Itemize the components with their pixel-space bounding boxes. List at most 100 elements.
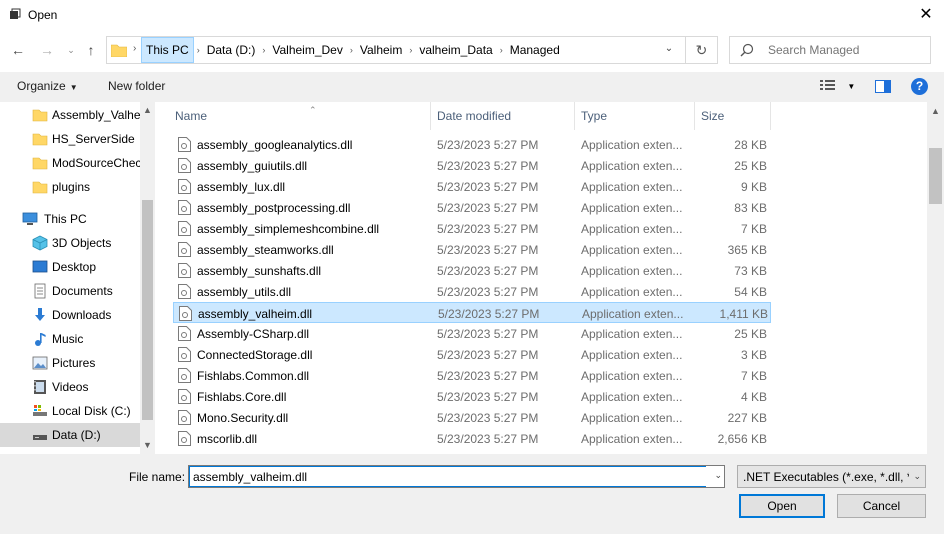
table-row-selected[interactable]: assembly_valheim.dll 5/23/2023 5:27 PM A… <box>173 302 771 323</box>
breadcrumb-data-d[interactable]: Data (D:) <box>203 37 260 63</box>
music-icon <box>35 333 46 346</box>
chevron-right-icon[interactable]: › <box>497 37 506 63</box>
scrollbar-thumb[interactable] <box>929 148 942 204</box>
column-header-size[interactable]: Size <box>695 102 771 130</box>
scroll-down-icon[interactable]: ▼ <box>143 440 152 450</box>
sidebar-item-plugins[interactable]: plugins <box>0 175 140 199</box>
table-row[interactable]: assembly_steamworks.dll 5/23/2023 5:27 P… <box>173 239 771 260</box>
sidebar-item-downloads[interactable]: Downloads <box>0 303 140 327</box>
new-folder-button[interactable]: New folder <box>108 79 165 93</box>
sidebar-scrollbar[interactable]: ▲ ▼ <box>140 102 155 454</box>
close-icon[interactable]: ✕ <box>916 5 936 25</box>
table-row[interactable]: mscorlib.dll 5/23/2023 5:27 PM Applicati… <box>173 428 771 449</box>
preview-pane-icon[interactable] <box>875 80 891 93</box>
search-box[interactable] <box>729 36 931 64</box>
recent-locations-chevron-icon[interactable]: ⌄ <box>62 40 80 60</box>
chevron-right-icon[interactable]: › <box>259 37 268 63</box>
column-header-name[interactable]: Name ⌃ <box>169 102 431 130</box>
sidebar-item-hs-serverside[interactable]: HS_ServerSide <box>0 127 140 151</box>
file-name: Mono.Security.dll <box>197 411 289 425</box>
window-title: Open <box>28 8 58 22</box>
dll-file-icon <box>178 431 191 446</box>
forward-arrow-icon[interactable]: → <box>38 40 56 60</box>
sidebar-item-assembly-valheim[interactable]: Assembly_Valheim <box>0 103 140 127</box>
table-row[interactable]: assembly_postprocessing.dll 5/23/2023 5:… <box>173 197 771 218</box>
table-row[interactable]: Fishlabs.Common.dll 5/23/2023 5:27 PM Ap… <box>173 365 771 386</box>
file-list-scrollbar[interactable]: ▲ <box>927 102 944 454</box>
breadcrumb-valheim[interactable]: Valheim <box>356 37 406 63</box>
address-bar[interactable]: › This PC › Data (D:) › Valheim_Dev › Va… <box>106 36 718 64</box>
table-row[interactable]: assembly_utils.dll 5/23/2023 5:27 PM App… <box>173 281 771 302</box>
file-type: Application exten... <box>581 432 683 446</box>
table-row[interactable]: Fishlabs.Core.dll 5/23/2023 5:27 PM Appl… <box>173 386 771 407</box>
sidebar-item-modsourcechecker[interactable]: ModSourceChecker <box>0 151 140 175</box>
table-row[interactable]: ConnectedStorage.dll 5/23/2023 5:27 PM A… <box>173 344 771 365</box>
sidebar-item-music[interactable]: Music <box>0 327 140 351</box>
table-row[interactable]: assembly_lux.dll 5/23/2023 5:27 PM Appli… <box>173 176 771 197</box>
sidebar-item-local-disk-c[interactable]: Local Disk (C:) <box>0 399 140 423</box>
sidebar-item-videos[interactable]: Videos <box>0 375 140 399</box>
breadcrumb-valheim-data[interactable]: valheim_Data <box>415 37 496 63</box>
file-size: 83 KB <box>734 201 767 215</box>
table-row[interactable]: assembly_simplemeshcombine.dll 5/23/2023… <box>173 218 771 239</box>
sidebar-item-documents[interactable]: Documents <box>0 279 140 303</box>
scroll-up-icon[interactable]: ▲ <box>143 105 152 115</box>
file-name-combobox[interactable]: ⌄ <box>188 465 725 488</box>
chevron-down-icon: ⌄ <box>913 471 921 481</box>
table-row[interactable]: assembly_googleanalytics.dll 5/23/2023 5… <box>173 134 771 155</box>
table-row[interactable]: Assembly-CSharp.dll 5/23/2023 5:27 PM Ap… <box>173 323 771 344</box>
file-name-input[interactable] <box>189 466 706 487</box>
table-row[interactable]: Mono.Security.dll 5/23/2023 5:27 PM Appl… <box>173 407 771 428</box>
cancel-button[interactable]: Cancel <box>837 494 926 518</box>
sidebar-item-label: Downloads <box>52 308 112 322</box>
sidebar-item-pictures[interactable]: Pictures <box>0 351 140 375</box>
title-bar: Open ✕ <box>0 0 944 30</box>
up-arrow-icon[interactable]: ↑ <box>82 40 100 60</box>
table-row[interactable]: assembly_guiutils.dll 5/23/2023 5:27 PM … <box>173 155 771 176</box>
dll-file-icon <box>178 389 191 404</box>
file-type: Application exten... <box>581 348 683 362</box>
sidebar-item-label: 3D Objects <box>52 236 112 250</box>
chevron-down-icon[interactable]: ⌄ <box>714 470 722 481</box>
help-icon[interactable]: ? <box>911 78 928 95</box>
file-list: Name ⌃ Date modified Type Size assembly_… <box>155 102 944 454</box>
folder-icon <box>32 109 48 122</box>
file-type-select[interactable]: .NET Executables (*.exe, *.dll, *. ⌄ <box>737 465 926 488</box>
table-row[interactable]: assembly_sunshafts.dll 5/23/2023 5:27 PM… <box>173 260 771 281</box>
chevron-right-icon[interactable]: › <box>347 37 356 63</box>
sidebar-item-desktop[interactable]: Desktop <box>0 255 140 279</box>
search-input[interactable] <box>768 41 923 59</box>
breadcrumb-managed[interactable]: Managed <box>506 37 564 63</box>
sidebar-item-label: plugins <box>52 180 91 194</box>
scroll-up-icon[interactable]: ▲ <box>931 106 940 116</box>
cube-icon <box>32 235 48 251</box>
chevron-down-icon[interactable]: ⌄ <box>661 43 677 59</box>
command-toolbar: Organize ▼ New folder ▼ ? <box>0 72 944 102</box>
column-header-date[interactable]: Date modified <box>431 102 575 130</box>
sidebar-item-label: This PC <box>44 212 87 226</box>
refresh-icon[interactable]: ↻ <box>685 37 717 63</box>
change-view-button[interactable]: ▼ <box>820 78 855 95</box>
sidebar-item-this-pc[interactable]: This PC <box>0 207 140 231</box>
drive-icon <box>33 435 47 440</box>
file-name: assembly_utils.dll <box>197 285 292 299</box>
file-type: Application exten... <box>581 138 683 152</box>
organize-menu[interactable]: Organize ▼ <box>17 79 78 93</box>
file-size: 365 KB <box>727 243 767 257</box>
breadcrumb-this-pc[interactable]: This PC <box>141 37 194 63</box>
dll-file-icon <box>178 137 191 152</box>
back-arrow-icon[interactable]: ← <box>9 40 27 60</box>
open-button[interactable]: Open <box>739 494 825 518</box>
desktop-icon <box>32 260 48 273</box>
sort-ascending-icon: ⌃ <box>309 105 317 115</box>
chevron-right-icon[interactable]: › <box>406 37 415 63</box>
scrollbar-thumb[interactable] <box>142 200 153 420</box>
sidebar-item-3d-objects[interactable]: 3D Objects <box>0 231 140 255</box>
sidebar-item-data-d[interactable]: Data (D:) <box>0 423 140 447</box>
file-date: 5/23/2023 5:27 PM <box>437 222 539 236</box>
breadcrumb-valheim-dev[interactable]: Valheim_Dev <box>268 37 346 63</box>
organize-label: Organize <box>17 79 66 93</box>
chevron-right-icon[interactable]: › <box>194 37 203 63</box>
column-header-type[interactable]: Type <box>575 102 695 130</box>
dll-file-icon <box>178 410 191 425</box>
